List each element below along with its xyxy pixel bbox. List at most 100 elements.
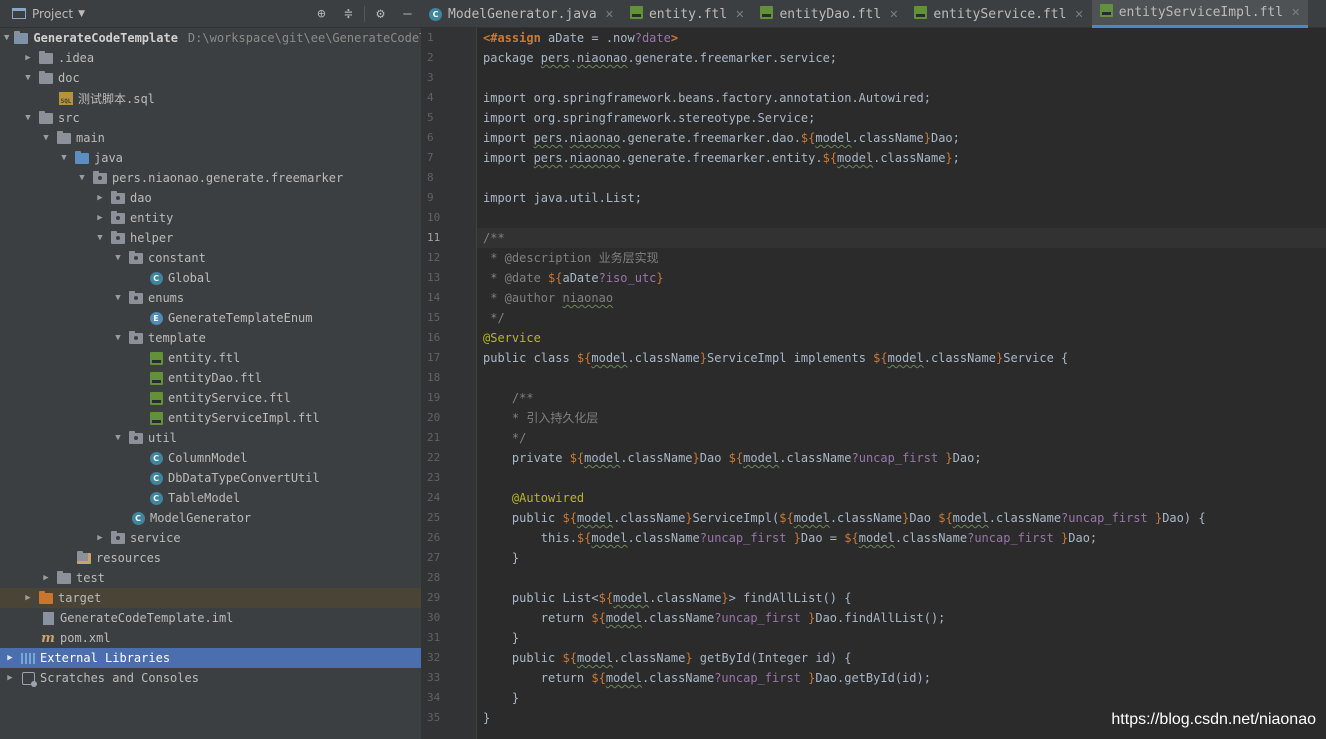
tree-item-columnmodel[interactable]: C ColumnModel xyxy=(0,448,421,468)
chevron-down-icon[interactable]: ▼ xyxy=(94,233,106,243)
chevron-down-icon[interactable]: ▼ xyxy=(40,133,52,143)
tree-item-java[interactable]: ▼ java xyxy=(0,148,421,168)
tree-item-entitydao-ftl[interactable]: entityDao.ftl xyxy=(0,368,421,388)
code-line[interactable]: import pers.niaonao.generate.freemarker.… xyxy=(477,148,1326,168)
locate-icon[interactable]: ⊕ xyxy=(308,6,335,22)
close-icon[interactable]: ✕ xyxy=(889,8,898,21)
code-line[interactable]: import java.util.List; xyxy=(477,188,1326,208)
tree-item-service[interactable]: ▶ service xyxy=(0,528,421,548)
code-line[interactable]: } xyxy=(477,688,1326,708)
tree-item-util[interactable]: ▼ util xyxy=(0,428,421,448)
tree-item-entityserviceimpl-ftl[interactable]: entityServiceImpl.ftl xyxy=(0,408,421,428)
chevron-right-icon[interactable]: ▶ xyxy=(94,213,106,223)
code-line[interactable]: */ xyxy=(477,308,1326,328)
tree-item-test[interactable]: ▶ test xyxy=(0,568,421,588)
tab-modelgenerator[interactable]: C ModelGenerator.java ✕ xyxy=(421,0,622,28)
tree-item-entityservice-ftl[interactable]: entityService.ftl xyxy=(0,388,421,408)
code-line[interactable]: } xyxy=(477,548,1326,568)
chevron-down-icon[interactable]: ▼ xyxy=(112,253,124,263)
code-line[interactable]: * @description 业务层实现 xyxy=(477,248,1326,268)
tab-entityservice-ftl[interactable]: entityService.ftl ✕ xyxy=(906,0,1091,28)
code-line[interactable]: /** xyxy=(477,228,1326,248)
code-line[interactable]: public List<${model.className}> findAllL… xyxy=(477,588,1326,608)
close-icon[interactable]: ✕ xyxy=(735,8,744,21)
chevron-right-icon[interactable]: ▶ xyxy=(94,193,106,203)
tree-item-sql-file[interactable]: SQL 测试脚本.sql xyxy=(0,88,421,108)
tree-item-target[interactable]: ▶ target xyxy=(0,588,421,608)
tree-item-entity-ftl[interactable]: entity.ftl xyxy=(0,348,421,368)
tree-item-modelgenerator[interactable]: C ModelGenerator xyxy=(0,508,421,528)
tree-item-enum-class[interactable]: E GenerateTemplateEnum xyxy=(0,308,421,328)
code-line[interactable]: return ${model.className?uncap_first }Da… xyxy=(477,668,1326,688)
tree-item-resources[interactable]: resources xyxy=(0,548,421,568)
chevron-down-icon[interactable]: ▼ xyxy=(76,173,88,183)
tree-item-iml[interactable]: GenerateCodeTemplate.iml xyxy=(0,608,421,628)
tree-item-doc[interactable]: ▼ doc xyxy=(0,68,421,88)
code-line[interactable]: * @date ${aDate?iso_utc} xyxy=(477,268,1326,288)
gear-icon[interactable]: ⚙ xyxy=(367,6,394,22)
code-line[interactable]: ​ xyxy=(477,68,1326,88)
collapse-all-icon[interactable]: ≑ xyxy=(335,6,362,22)
tree-item-src[interactable]: ▼ src xyxy=(0,108,421,128)
tree-item-main[interactable]: ▼ main xyxy=(0,128,421,148)
close-icon[interactable]: ✕ xyxy=(1074,8,1083,21)
code-line[interactable]: import org.springframework.stereotype.Se… xyxy=(477,108,1326,128)
code-line[interactable]: @Autowired xyxy=(477,488,1326,508)
code-editor[interactable]: <#assign aDate = .now?date> package pers.… xyxy=(477,28,1326,739)
code-line[interactable]: public class ${model.className}ServiceIm… xyxy=(477,348,1326,368)
code-line[interactable]: /** xyxy=(477,388,1326,408)
tree-item-helper[interactable]: ▼ helper xyxy=(0,228,421,248)
chevron-down-icon[interactable]: ▼ xyxy=(4,33,9,43)
chevron-right-icon[interactable]: ▶ xyxy=(94,533,106,543)
tree-item-template[interactable]: ▼ template xyxy=(0,328,421,348)
tree-item-scratches[interactable]: ▶ Scratches and Consoles xyxy=(0,668,421,688)
chevron-right-icon[interactable]: ▶ xyxy=(4,673,16,683)
code-line[interactable]: return ${model.className?uncap_first }Da… xyxy=(477,608,1326,628)
code-line[interactable]: <#assign aDate = .now?date> xyxy=(477,28,1326,48)
tab-entitydao-ftl[interactable]: entityDao.ftl ✕ xyxy=(752,0,906,28)
minimize-icon[interactable]: — xyxy=(394,6,421,22)
code-line[interactable]: public ${model.className} getById(Intege… xyxy=(477,648,1326,668)
code-line[interactable]: ​ xyxy=(477,368,1326,388)
chevron-right-icon[interactable]: ▶ xyxy=(4,653,16,663)
code-line[interactable]: ​ xyxy=(477,208,1326,228)
chevron-down-icon[interactable]: ▼ xyxy=(22,73,34,83)
chevron-down-icon[interactable]: ▼ xyxy=(58,153,70,163)
line-number-gutter[interactable]: 1 2 3 4 5 6 7 8 9 10 11 12 13 14 15 16 17 18 19 20 21 22 23 24 2… xyxy=(421,28,477,739)
code-line[interactable]: this.${model.className?uncap_first }Dao … xyxy=(477,528,1326,548)
close-icon[interactable]: ✕ xyxy=(1291,6,1300,19)
code-line[interactable]: private ${model.className}Dao ${model.cl… xyxy=(477,448,1326,468)
code-line[interactable]: import pers.niaonao.generate.freemarker.… xyxy=(477,128,1326,148)
tab-entityserviceimpl-ftl[interactable]: entityServiceImpl.ftl ✕ xyxy=(1091,0,1309,28)
tree-item-entity[interactable]: ▶ entity xyxy=(0,208,421,228)
close-icon[interactable]: ✕ xyxy=(605,8,614,21)
code-line[interactable]: } xyxy=(477,628,1326,648)
tree-item-dbdatatypeconvertutil[interactable]: C DbDataTypeConvertUtil xyxy=(0,468,421,488)
code-line[interactable]: @Service xyxy=(477,328,1326,348)
tab-entity-ftl[interactable]: entity.ftl ✕ xyxy=(622,0,753,28)
tree-item-enums[interactable]: ▼ enums xyxy=(0,288,421,308)
tree-item-tablemodel[interactable]: C TableModel xyxy=(0,488,421,508)
tree-item-dao[interactable]: ▶ dao xyxy=(0,188,421,208)
tree-item-root[interactable]: ▼ GenerateCodeTemplate D:\workspace\git\… xyxy=(0,28,426,48)
code-line[interactable]: import org.springframework.beans.factory… xyxy=(477,88,1326,108)
chevron-right-icon[interactable]: ▶ xyxy=(40,573,52,583)
tree-item-idea[interactable]: ▶ .idea xyxy=(0,48,421,68)
code-line[interactable]: public ${model.className}ServiceImpl(${m… xyxy=(477,508,1326,528)
tree-item-constant[interactable]: ▼ constant xyxy=(0,248,421,268)
code-line[interactable]: ​ xyxy=(477,468,1326,488)
tree-item-external-libraries[interactable]: ▶ External Libraries xyxy=(0,648,421,668)
code-line[interactable]: ​ xyxy=(477,168,1326,188)
chevron-down-icon[interactable]: ▼ xyxy=(112,293,124,303)
chevron-right-icon[interactable]: ▶ xyxy=(22,53,34,63)
chevron-down-icon[interactable]: ▼ xyxy=(112,333,124,343)
tree-item-pom[interactable]: m pom.xml xyxy=(0,628,421,648)
tree-item-package[interactable]: ▼ pers.niaonao.generate.freemarker xyxy=(0,168,421,188)
code-line[interactable]: */ xyxy=(477,428,1326,448)
code-line[interactable]: package pers.niaonao.generate.freemarker… xyxy=(477,48,1326,68)
chevron-right-icon[interactable]: ▶ xyxy=(22,593,34,603)
chevron-down-icon[interactable]: ▼ xyxy=(22,113,34,123)
code-line[interactable]: ​ xyxy=(477,568,1326,588)
code-line[interactable]: * @author niaonao xyxy=(477,288,1326,308)
chevron-down-icon[interactable]: ▼ xyxy=(112,433,124,443)
